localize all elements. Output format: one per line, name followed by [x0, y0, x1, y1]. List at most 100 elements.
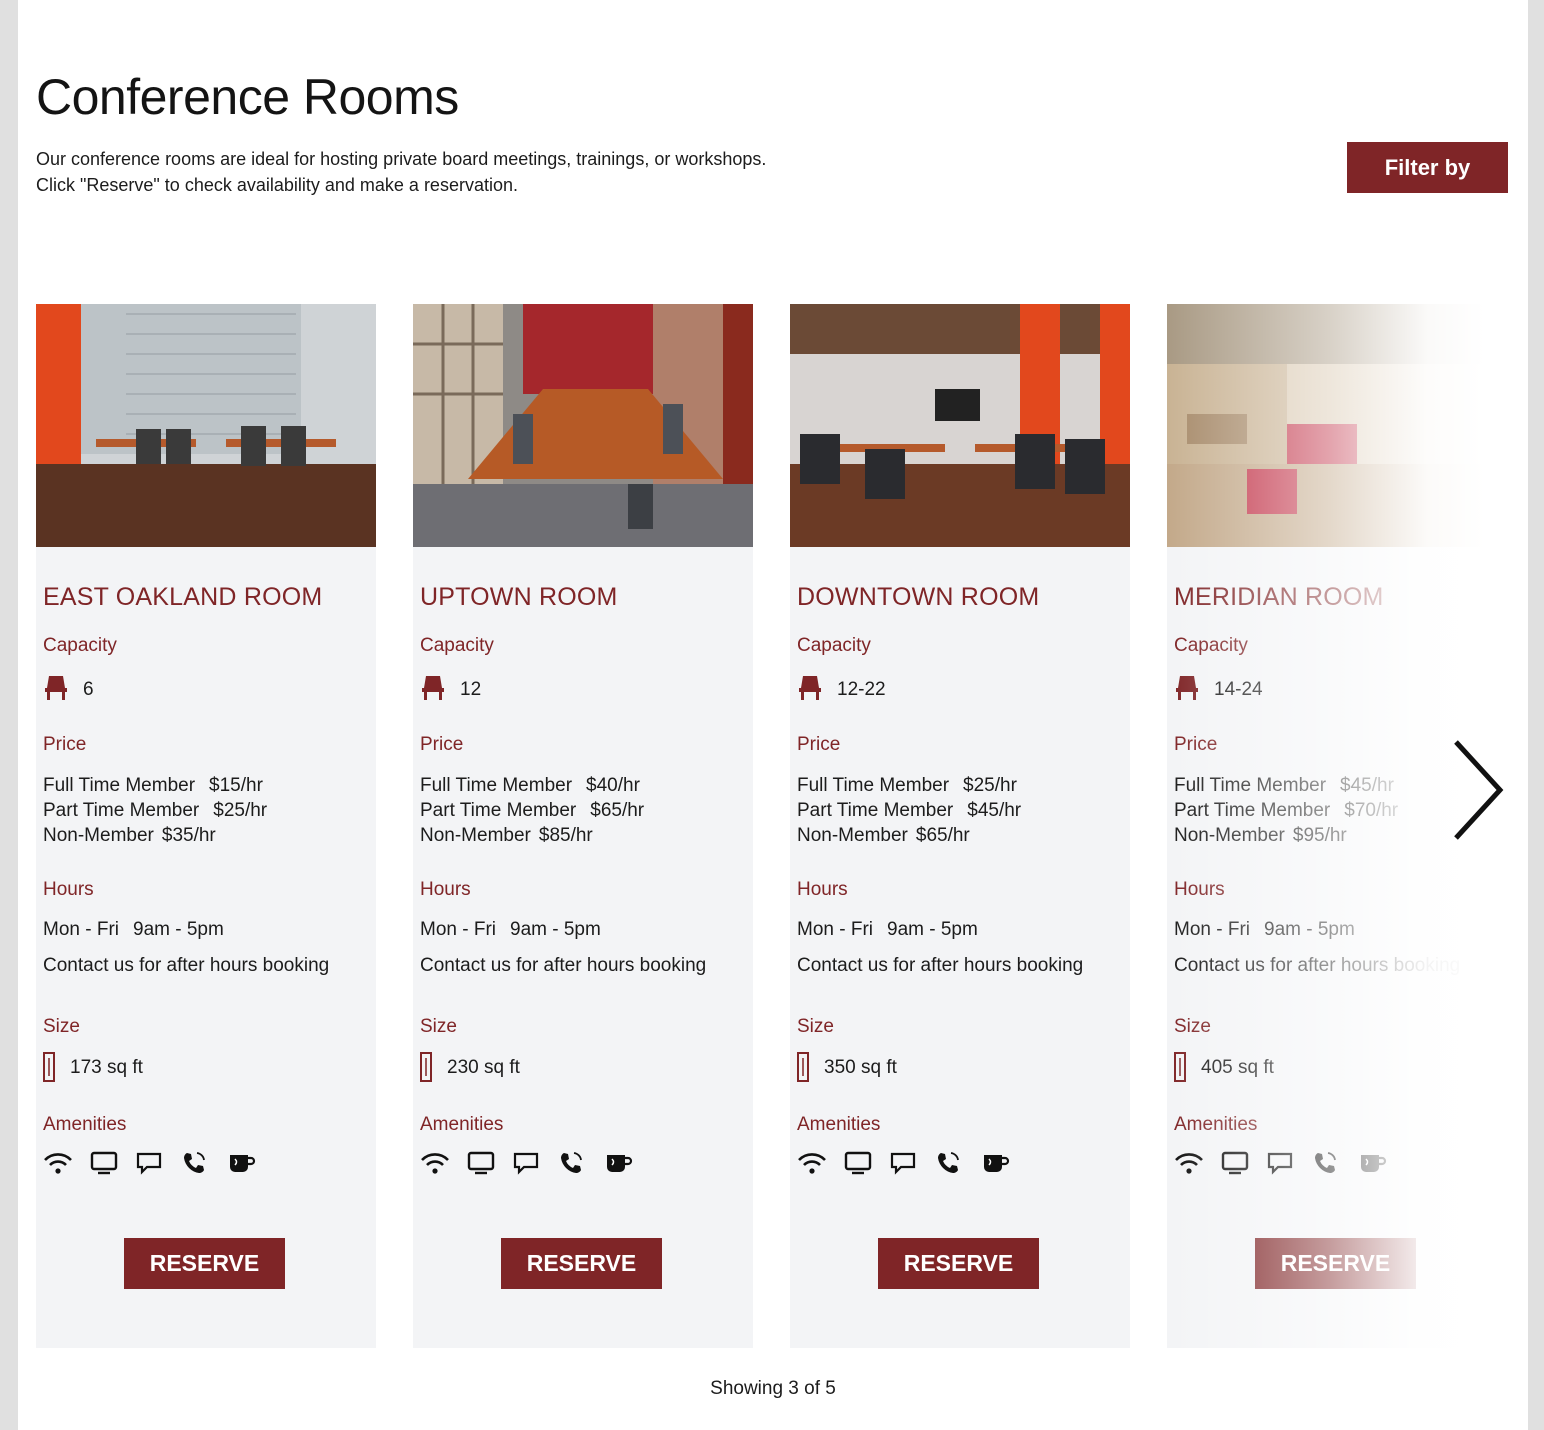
after-hours-note: Contact us for after hours booking [420, 955, 707, 976]
hours-row: Mon - Fri 9am - 5pm [797, 919, 978, 941]
after-hours-note: Contact us for after hours booking [1174, 955, 1461, 976]
size-icon [1174, 1052, 1186, 1087]
hours-times: 9am - 5pm [887, 919, 978, 940]
price-non-member-value: $35/hr [161, 825, 216, 846]
price-part-time-value: $65/hr [590, 800, 645, 821]
room-photo [413, 304, 753, 547]
room-card: EAST OAKLAND ROOM Capacity 6 Price Full … [36, 304, 376, 1348]
price-part-time-value: $45/hr [967, 800, 1022, 821]
size-label: Size [420, 1016, 457, 1037]
hours-label: Hours [797, 879, 848, 900]
phone-icon [558, 1150, 604, 1176]
phone-icon [935, 1150, 981, 1176]
coffee-icon [604, 1150, 650, 1176]
hours-times: 9am - 5pm [133, 919, 224, 940]
price-non-member: Non-Member $95/hr [1174, 825, 1347, 847]
pagination-status: Showing 3 of 5 [710, 1378, 836, 1399]
after-hours-note: Contact us for after hours booking [43, 955, 330, 976]
price-full-time-label: Full Time Member [43, 775, 196, 796]
room-photo [790, 304, 1130, 547]
after-hours-note: Contact us for after hours booking [797, 955, 1084, 976]
intro-line-1: Our conference rooms are ideal for hosti… [36, 149, 767, 169]
price-full-time: Full Time Member $40/hr [420, 775, 640, 797]
room-card: DOWNTOWN ROOM Capacity 12-22 Price Full … [790, 304, 1130, 1348]
next-arrow-icon[interactable] [1450, 738, 1506, 842]
hours-days: Mon - Fri [797, 919, 873, 940]
reserve-button[interactable]: RESERVE [1255, 1238, 1416, 1289]
monitor-icon [843, 1150, 889, 1176]
price-part-time-label: Part Time Member [43, 800, 200, 821]
capacity-label: Capacity [1174, 635, 1248, 656]
amenities-label: Amenities [1174, 1114, 1258, 1135]
amenities-list [797, 1150, 1027, 1176]
reserve-button[interactable]: RESERVE [124, 1238, 285, 1289]
room-name: MERIDIAN ROOM [1174, 583, 1384, 611]
chair-icon [1175, 673, 1199, 706]
monitor-icon [1220, 1150, 1266, 1176]
price-full-time: Full Time Member $15/hr [43, 775, 263, 797]
price-full-time-label: Full Time Member [420, 775, 573, 796]
chat-icon [512, 1150, 558, 1176]
hours-days: Mon - Fri [43, 919, 119, 940]
wifi-icon [797, 1150, 843, 1176]
price-part-time: Part Time Member $25/hr [43, 800, 267, 822]
wifi-icon [1174, 1150, 1220, 1176]
hours-label: Hours [43, 879, 94, 900]
capacity-value: 12-22 [837, 679, 886, 700]
price-part-time: Part Time Member $70/hr [1174, 800, 1398, 822]
price-full-time-label: Full Time Member [1174, 775, 1327, 796]
price-full-time: Full Time Member $45/hr [1174, 775, 1394, 797]
hours-row: Mon - Fri 9am - 5pm [43, 919, 224, 941]
hours-row: Mon - Fri 9am - 5pm [420, 919, 601, 941]
price-non-member: Non-Member $85/hr [420, 825, 593, 847]
page-title: Conference Rooms [36, 69, 459, 125]
capacity-label: Capacity [797, 635, 871, 656]
price-full-time-value: $45/hr [1340, 775, 1394, 796]
amenities-list [43, 1150, 273, 1176]
filter-by-button[interactable]: Filter by [1347, 142, 1508, 193]
price-non-member-label: Non-Member [797, 825, 908, 846]
price-non-member-label: Non-Member [1174, 825, 1285, 846]
hours-row: Mon - Fri 9am - 5pm [1174, 919, 1355, 941]
price-part-time-label: Part Time Member [797, 800, 954, 821]
size-icon [420, 1052, 432, 1087]
price-non-member-value: $85/hr [538, 825, 593, 846]
hours-times: 9am - 5pm [1264, 919, 1355, 940]
price-full-time-label: Full Time Member [797, 775, 950, 796]
coffee-icon [981, 1150, 1027, 1176]
size-label: Size [43, 1016, 80, 1037]
chat-icon [135, 1150, 181, 1176]
amenities-label: Amenities [797, 1114, 881, 1135]
price-part-time-value: $70/hr [1344, 800, 1399, 821]
chat-icon [1266, 1150, 1312, 1176]
hours-times: 9am - 5pm [510, 919, 601, 940]
capacity-value: 6 [83, 679, 94, 700]
price-full-time: Full Time Member $25/hr [797, 775, 1017, 797]
room-name: UPTOWN ROOM [420, 583, 618, 611]
reserve-button[interactable]: RESERVE [501, 1238, 662, 1289]
room-name: DOWNTOWN ROOM [797, 583, 1040, 611]
room-photo [1167, 304, 1507, 547]
room-name: EAST OAKLAND ROOM [43, 583, 323, 611]
price-label: Price [1174, 734, 1218, 755]
price-non-member-value: $65/hr [915, 825, 970, 846]
size-value: 350 sq ft [824, 1057, 897, 1078]
price-non-member: Non-Member $65/hr [797, 825, 970, 847]
price-non-member: Non-Member $35/hr [43, 825, 216, 847]
chat-icon [889, 1150, 935, 1176]
room-card: UPTOWN ROOM Capacity 12 Price Full Time … [413, 304, 753, 1348]
hours-days: Mon - Fri [1174, 919, 1250, 940]
size-value: 173 sq ft [70, 1057, 143, 1078]
size-value: 230 sq ft [447, 1057, 520, 1078]
reserve-button[interactable]: RESERVE [878, 1238, 1039, 1289]
size-label: Size [1174, 1016, 1211, 1037]
amenities-list [1174, 1150, 1404, 1176]
room-photo [36, 304, 376, 547]
coffee-icon [1358, 1150, 1404, 1176]
price-label: Price [420, 734, 464, 755]
price-part-time-value: $25/hr [213, 800, 268, 821]
price-full-time-value: $40/hr [586, 775, 640, 796]
phone-icon [1312, 1150, 1358, 1176]
hours-label: Hours [420, 879, 471, 900]
price-part-time-label: Part Time Member [420, 800, 577, 821]
